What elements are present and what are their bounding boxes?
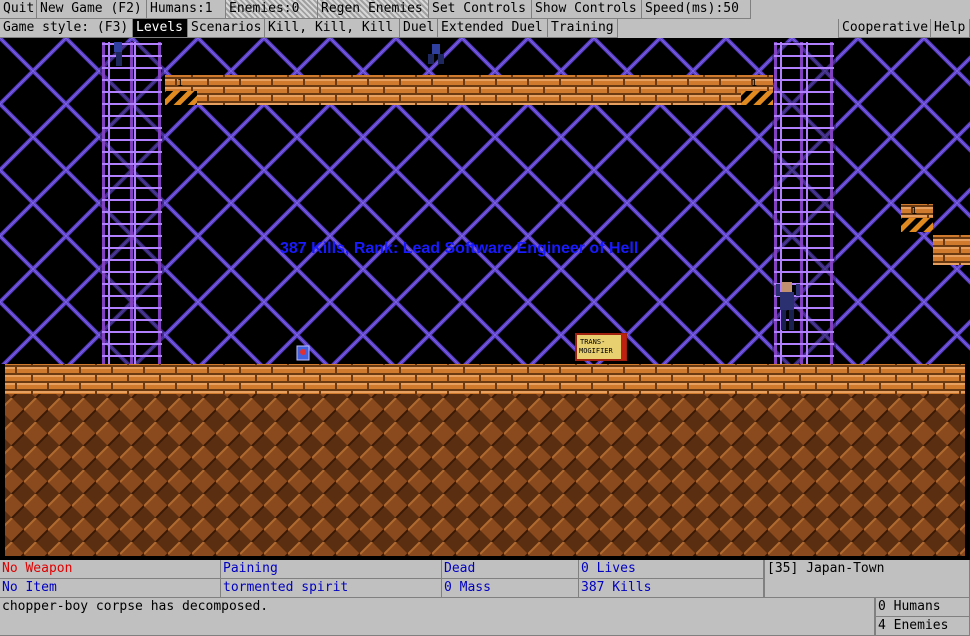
game-scene: 1 1 1 TRANS- MOGIFIER bbox=[0, 38, 970, 556]
shield-item-icon[interactable] bbox=[296, 345, 310, 361]
mass-status: 0 Mass bbox=[442, 579, 579, 598]
set-controls-button[interactable]: Set Controls bbox=[429, 0, 532, 19]
mode-scenarios-button[interactable]: Scenarios bbox=[188, 19, 265, 38]
item-status: No Item bbox=[0, 579, 221, 598]
ground-dirt bbox=[5, 394, 965, 556]
ground-brick-floor bbox=[5, 364, 965, 394]
game-viewport[interactable]: 1 1 1 TRANS- MOGIFIER 387 Kills, Rank: L… bbox=[0, 38, 970, 560]
game-style-label: Game style: (F3) bbox=[0, 19, 133, 38]
regen-enemies-button[interactable]: Regen Enemies bbox=[318, 0, 429, 19]
hazard-block-left bbox=[165, 91, 197, 105]
mode-extended-duel-button[interactable]: Extended Duel bbox=[438, 19, 548, 38]
quit-button[interactable]: Quit bbox=[0, 0, 37, 19]
mode-training-button[interactable]: Training bbox=[548, 19, 618, 38]
small-brick-ledge-2 bbox=[933, 235, 970, 265]
door-number-ledge: 1 bbox=[911, 206, 917, 217]
kills-status: 387 Kills bbox=[579, 579, 764, 598]
speed-button[interactable]: Speed(ms):50 bbox=[642, 0, 751, 19]
sign-text-line-2: MOGIFIER bbox=[579, 347, 614, 355]
humans-button[interactable]: Humans:1 bbox=[147, 0, 226, 19]
left-ladder bbox=[100, 42, 164, 364]
sign-text-line-1: TRANS- bbox=[580, 338, 605, 346]
message-log: chopper-boy corpse has decomposed. bbox=[0, 598, 875, 636]
level-name: [35] Japan-Town bbox=[764, 560, 970, 598]
enemies-count: 4 Enemies bbox=[875, 617, 970, 636]
lives-status: 0 Lives bbox=[579, 560, 764, 579]
transmogifier-sign[interactable]: TRANS- MOGIFIER bbox=[575, 333, 627, 361]
door-number-left: 1 bbox=[177, 78, 183, 89]
small-hazard-ledge bbox=[901, 218, 933, 232]
hazard-block-right bbox=[741, 91, 773, 105]
spirit-status: tormented spirit bbox=[221, 579, 442, 598]
life-state-status: Dead bbox=[442, 560, 579, 579]
mode-kill-kill-kill-button[interactable]: Kill, Kill, Kill bbox=[265, 19, 400, 38]
weapon-status: No Weapon bbox=[0, 560, 221, 579]
game-style-bar: Game style: (F3) Levels Scenarios Kill, … bbox=[0, 19, 970, 38]
menu-bar: Quit New Game (F2) Humans:1 Enemies:0 Re… bbox=[0, 0, 970, 19]
cooperative-button[interactable]: Cooperative bbox=[838, 19, 931, 38]
new-game-button[interactable]: New Game (F2) bbox=[37, 0, 147, 19]
help-button[interactable]: Help bbox=[931, 19, 970, 38]
mode-levels-button[interactable]: Levels bbox=[133, 19, 188, 38]
enemies-button[interactable]: Enemies:0 bbox=[226, 0, 318, 19]
health-state-status: Paining bbox=[221, 560, 442, 579]
show-controls-button[interactable]: Show Controls bbox=[532, 0, 642, 19]
mode-duel-button[interactable]: Duel bbox=[400, 19, 438, 38]
upper-brick-platform bbox=[165, 75, 773, 105]
door-number-right: 1 bbox=[751, 78, 757, 89]
rank-message: 387 Kills, Rank: Lead Software Engineer … bbox=[280, 240, 639, 257]
humans-count: 0 Humans bbox=[875, 598, 970, 617]
